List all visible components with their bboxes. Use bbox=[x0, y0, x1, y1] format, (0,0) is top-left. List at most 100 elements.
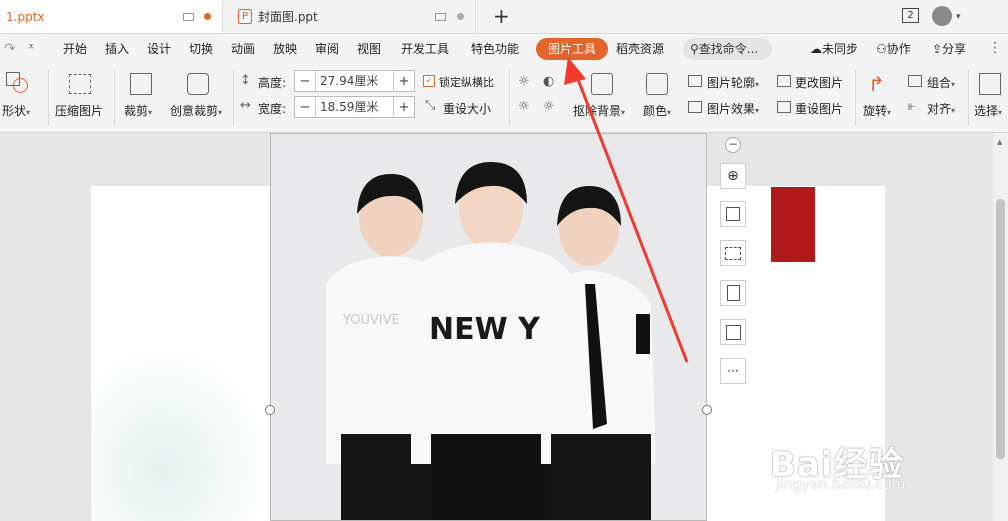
shape-icon bbox=[6, 72, 28, 94]
select-button[interactable]: 选择▾ bbox=[974, 102, 1002, 119]
decrement-icon[interactable]: − bbox=[295, 100, 315, 115]
brightness-up-icon[interactable]: ☼ bbox=[518, 74, 530, 89]
divider bbox=[48, 70, 49, 126]
sync-status[interactable]: ☁未同步 bbox=[810, 34, 858, 64]
brightness-down-icon[interactable]: ☼ bbox=[518, 99, 530, 114]
tab-1-pptx[interactable]: 1.pptx bbox=[0, 0, 223, 33]
window-count-badge[interactable]: 2 bbox=[902, 8, 919, 23]
group-button[interactable]: 组合▾ bbox=[927, 74, 955, 91]
collapse-icon[interactable]: − bbox=[725, 137, 741, 153]
increment-icon[interactable]: + bbox=[394, 100, 414, 115]
scroll-up-icon[interactable]: ▲ bbox=[997, 138, 1002, 146]
creative-crop-icon bbox=[187, 73, 209, 95]
picture-effect-button[interactable]: 图片效果▾ bbox=[707, 100, 759, 117]
increment-icon[interactable]: + bbox=[394, 74, 414, 89]
crop-label: 裁剪 bbox=[124, 104, 149, 118]
picture-outline-button[interactable]: 图片轮廓▾ bbox=[707, 74, 759, 91]
menu-animation[interactable]: 动画 bbox=[231, 34, 255, 64]
picture-effect-float-button[interactable] bbox=[720, 319, 746, 345]
tab-title: 1.pptx bbox=[6, 9, 45, 24]
collab-button[interactable]: ⚇协作 bbox=[876, 34, 911, 64]
width-stepper[interactable]: − 18.59厘米 + bbox=[294, 96, 415, 118]
picture-outline-label: 图片轮廓 bbox=[707, 76, 756, 90]
reset-picture-button[interactable]: 重设图片 bbox=[795, 100, 843, 117]
shape-button[interactable]: 形状▾ bbox=[2, 102, 30, 119]
width-icon: ↔ bbox=[240, 98, 251, 113]
width-label: 宽度: bbox=[258, 102, 287, 116]
lock-ratio-checkbox[interactable]: ✓ bbox=[423, 75, 435, 87]
height-label: 高度: bbox=[258, 76, 287, 90]
menu-start[interactable]: 开始 bbox=[63, 34, 87, 64]
menu-developer[interactable]: 开发工具 bbox=[401, 34, 449, 64]
crop-button[interactable]: 裁剪▾ bbox=[124, 102, 152, 119]
menu-view[interactable]: 视图 bbox=[357, 34, 381, 64]
user-icon: ⚇ bbox=[876, 42, 887, 56]
monitor-icon[interactable] bbox=[183, 13, 194, 21]
resize-handle-right[interactable] bbox=[702, 405, 712, 415]
picture-icon bbox=[725, 246, 741, 260]
picture-frame-button[interactable] bbox=[720, 240, 746, 266]
resize-handle-left[interactable] bbox=[265, 405, 275, 415]
ppt-file-icon: P bbox=[238, 9, 252, 24]
tab-title: 封面图.ppt bbox=[258, 10, 318, 24]
tab-cover-ppt[interactable]: P 封面图.ppt bbox=[228, 0, 476, 33]
width-value[interactable]: 18.59厘米 bbox=[315, 97, 394, 117]
cloud-icon: ☁ bbox=[810, 42, 822, 56]
menu-special[interactable]: 特色功能 bbox=[471, 34, 519, 64]
picture-effect-label: 图片效果 bbox=[707, 102, 756, 116]
shape-label: 形状 bbox=[2, 104, 27, 118]
menu-insert[interactable]: 插入 bbox=[105, 34, 129, 64]
rotate-label: 旋转 bbox=[863, 104, 888, 118]
compress-picture-icon bbox=[69, 74, 91, 94]
new-tab-plus-icon[interactable]: + bbox=[493, 4, 510, 28]
rotate-button[interactable]: 旋转▾ bbox=[863, 102, 891, 119]
height-icon: ↕ bbox=[240, 73, 251, 88]
reset-picture-icon bbox=[777, 101, 791, 113]
share-label: 分享 bbox=[942, 42, 967, 56]
zoom-in-button[interactable]: ⊕ bbox=[720, 163, 746, 189]
picture-to-pdf-button[interactable] bbox=[720, 280, 746, 306]
crop-icon bbox=[726, 207, 740, 221]
redo-icon[interactable]: ↷ bbox=[4, 41, 16, 57]
rotate-icon: ↱ bbox=[868, 72, 885, 96]
reset-size-button[interactable]: 重设大小 bbox=[443, 100, 491, 117]
more-vertical-icon[interactable]: ⋮ bbox=[988, 40, 1002, 56]
scroll-thumb[interactable] bbox=[996, 199, 1005, 459]
menu-slideshow[interactable]: 放映 bbox=[273, 34, 297, 64]
image-icon bbox=[725, 324, 741, 340]
share-icon: ⇪ bbox=[932, 42, 943, 56]
align-button[interactable]: 对齐▾ bbox=[927, 100, 955, 117]
sleeve-text: YOUVIVE bbox=[342, 313, 400, 328]
change-picture-button[interactable]: 更改图片 bbox=[795, 74, 843, 91]
height-value[interactable]: 27.94厘米 bbox=[315, 71, 394, 91]
menu-review[interactable]: 审阅 bbox=[315, 34, 339, 64]
avatar[interactable] bbox=[932, 6, 952, 26]
crop-icon bbox=[130, 73, 152, 95]
crop-float-button[interactable] bbox=[720, 201, 746, 227]
unsaved-dot-icon bbox=[204, 13, 211, 20]
watermark-url: jingyan.baidu.com bbox=[776, 477, 906, 493]
align-icon: ⫦ bbox=[908, 99, 916, 114]
monitor-icon[interactable] bbox=[435, 13, 446, 21]
menu-design[interactable]: 设计 bbox=[147, 34, 171, 64]
red-annotation-arrow bbox=[564, 57, 689, 363]
vertical-scrollbar[interactable]: ▲ bbox=[993, 133, 1008, 521]
divider bbox=[509, 70, 510, 126]
menu-transition[interactable]: 切换 bbox=[189, 34, 213, 64]
divider bbox=[855, 70, 856, 126]
share-button[interactable]: ⇪分享 bbox=[932, 34, 966, 64]
decrement-icon[interactable]: − bbox=[295, 74, 315, 89]
chevron-down-icon[interactable]: ▾ bbox=[956, 12, 961, 22]
search-placeholder: 查找命令... bbox=[698, 42, 759, 56]
height-stepper[interactable]: − 27.94厘米 + bbox=[294, 70, 415, 92]
reset-size-icon: ⤡ bbox=[425, 98, 436, 113]
select-label: 选择 bbox=[974, 104, 999, 118]
compress-picture-button[interactable]: 压缩图片 bbox=[55, 102, 103, 119]
menu-dropdown-icon[interactable]: ⩡ bbox=[28, 40, 34, 54]
lock-ratio-label[interactable]: 锁定纵横比 bbox=[439, 74, 494, 90]
saved-dot-icon bbox=[457, 13, 464, 20]
creative-crop-button[interactable]: 创意裁剪▾ bbox=[170, 102, 222, 119]
more-options-button[interactable]: ··· bbox=[720, 358, 746, 384]
select-icon bbox=[979, 73, 1001, 95]
group-icon bbox=[908, 75, 922, 87]
